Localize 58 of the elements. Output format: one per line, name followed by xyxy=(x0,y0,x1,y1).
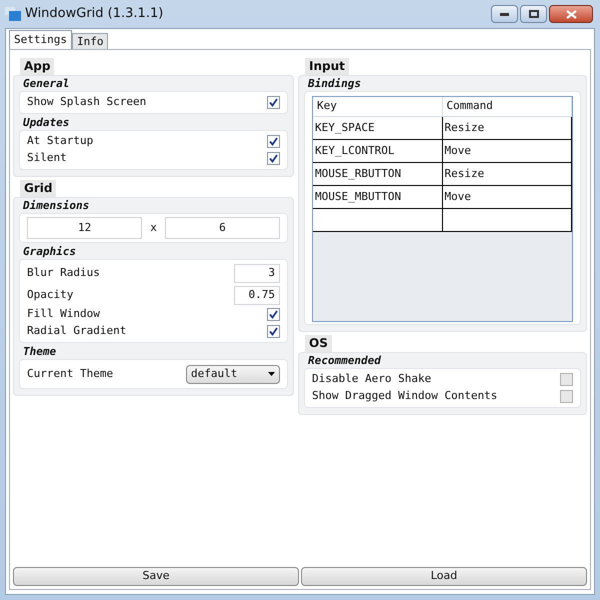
group-title: Graphics xyxy=(22,244,77,259)
option-label: Current Theme xyxy=(27,366,114,382)
theme-dropdown[interactable]: default xyxy=(186,364,280,384)
option-label: Show Splash Screen xyxy=(27,94,146,110)
option-label: Fill Window xyxy=(27,306,100,322)
tab[interactable]: Info xyxy=(72,33,108,49)
section-title: Input xyxy=(305,58,349,75)
section-title: App xyxy=(20,58,54,75)
checkbox[interactable] xyxy=(267,135,280,148)
maximize-icon xyxy=(528,10,538,18)
number-field[interactable]: 0.75 xyxy=(234,286,280,304)
checkbox[interactable] xyxy=(267,325,280,338)
height-field[interactable]: 6 xyxy=(164,217,280,239)
times-label: x xyxy=(150,220,157,236)
minimize-icon xyxy=(500,12,509,16)
table-cell: KEY_LCONTROL xyxy=(313,140,442,162)
option-label: At Startup xyxy=(27,133,94,150)
option-label: Radial Gradient xyxy=(27,323,126,340)
minimize-button[interactable] xyxy=(491,5,518,23)
option-label: Silent xyxy=(27,150,67,166)
option-label: Show Dragged Window Contents xyxy=(312,388,498,404)
checkbox[interactable] xyxy=(560,373,573,386)
app-icon xyxy=(5,7,21,21)
close-button[interactable] xyxy=(549,5,593,23)
section-title: Grid xyxy=(20,180,56,197)
window-title: WindowGrid (1.3.1.1) xyxy=(25,5,164,24)
checkbox[interactable] xyxy=(267,308,280,321)
checkbox[interactable] xyxy=(267,152,280,165)
checkmark-icon xyxy=(269,98,278,107)
checkbox[interactable] xyxy=(560,390,573,403)
width-field[interactable]: 12 xyxy=(27,217,142,239)
section-title: OS xyxy=(305,335,332,352)
checkbox[interactable] xyxy=(267,96,280,109)
table-cell-text: Resize xyxy=(444,166,486,182)
number-field[interactable]: 3 xyxy=(234,264,280,282)
table-cell-text: Resize xyxy=(444,120,486,136)
group-title: Updates xyxy=(22,115,70,130)
table-cell: MOUSE_RBUTTON xyxy=(313,163,442,185)
option-label: Opacity xyxy=(27,286,74,303)
table-cell: KEY_SPACE xyxy=(313,117,442,139)
group-title: Bindings xyxy=(307,76,362,91)
group-title: Recommended xyxy=(307,353,382,368)
option-label: Disable Aero Shake xyxy=(312,371,432,388)
group-title: General xyxy=(22,76,70,91)
table-cell-text: Move xyxy=(444,188,472,205)
column-header[interactable]: Command xyxy=(442,97,572,116)
action-button[interactable]: Load xyxy=(301,567,587,586)
table-cell: MOUSE_MBUTTON xyxy=(313,186,442,208)
group-title: Dimensions xyxy=(22,198,90,213)
dropdown-arrow-icon xyxy=(268,372,275,376)
column-header[interactable]: Key xyxy=(313,97,442,116)
tab[interactable]: Settings xyxy=(9,30,72,49)
group-title: Theme xyxy=(22,344,58,359)
table-cell-text: Move xyxy=(444,142,472,159)
option-label: Blur Radius xyxy=(27,264,100,281)
action-button[interactable]: Save xyxy=(13,567,299,586)
maximize-button[interactable] xyxy=(520,5,547,23)
close-icon xyxy=(566,10,576,18)
